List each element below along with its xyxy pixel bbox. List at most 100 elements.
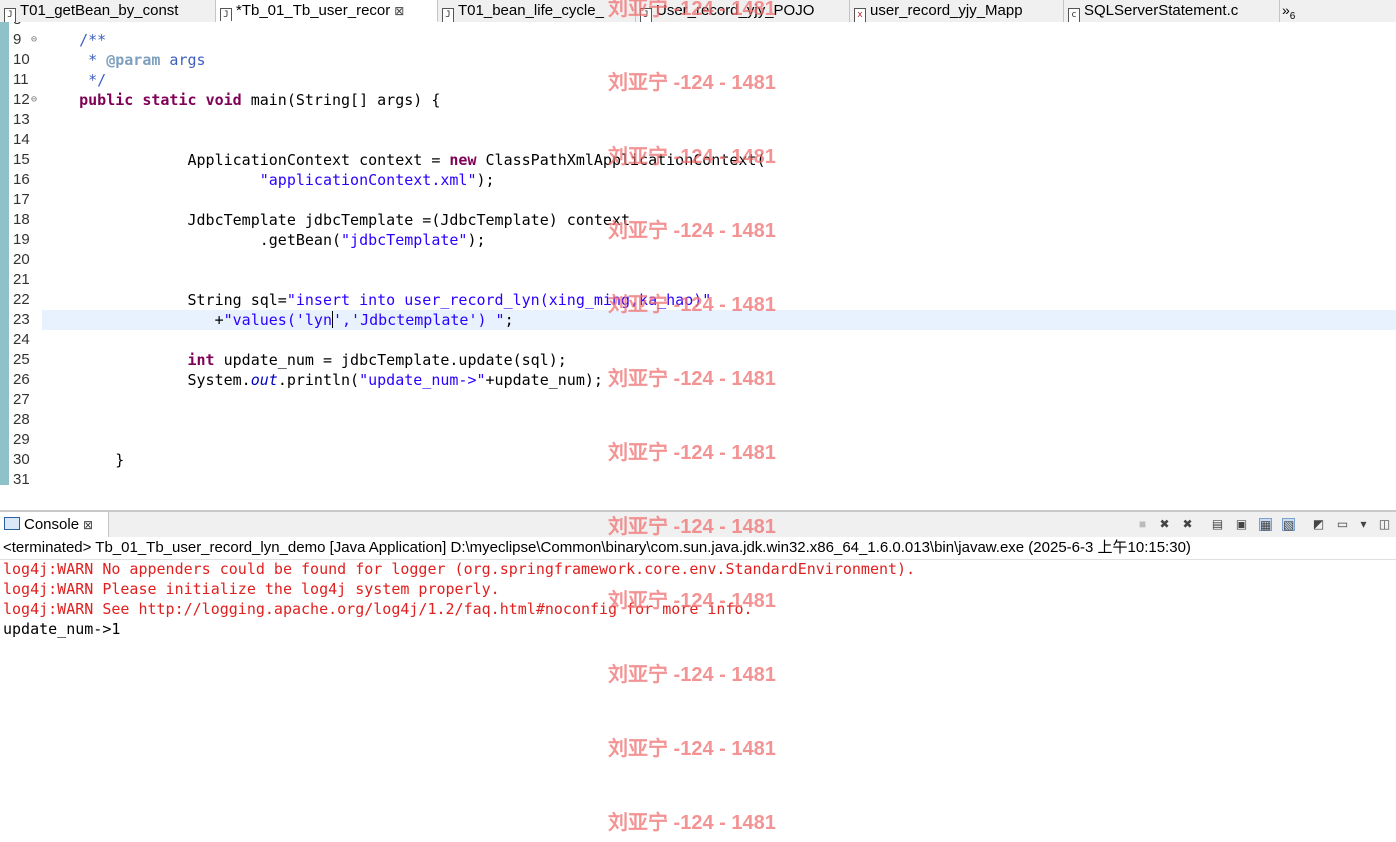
code-line[interactable]: 26 System.out.println("update_num->"+upd…	[0, 370, 1396, 390]
code-text: int update_num = jdbcTemplate.update(sql…	[187, 351, 567, 369]
code-line[interactable]: 16 "applicationContext.xml");	[0, 170, 1396, 190]
code-text: +"values('lyn','Jdbctemplate') ";	[43, 311, 514, 329]
code-text: System.out.println("update_num->"+update…	[43, 371, 603, 389]
line-number: 17	[13, 191, 30, 208]
console-tab-label: Console	[24, 516, 80, 533]
close-icon[interactable]: ⊠	[394, 4, 404, 18]
console-output-line: update_num->1	[3, 620, 121, 638]
line-number: 18	[13, 211, 30, 228]
overflow-chevron-icon: »	[1282, 2, 1290, 18]
fold-toggle-icon[interactable]: ⊖	[31, 90, 37, 110]
menu-dropdown-icon[interactable]: ▾	[1357, 518, 1370, 531]
code-line[interactable]: 15 ApplicationContext context = new Clas…	[0, 150, 1396, 170]
line-number: 9	[13, 31, 22, 48]
terminate-icon[interactable]: ■	[1136, 518, 1149, 531]
xml-file-icon: x	[854, 8, 866, 22]
code-line[interactable]: 14	[0, 130, 1396, 150]
code-line[interactable]: 27	[0, 390, 1396, 410]
line-number: 13	[13, 111, 30, 128]
code-editor[interactable]: 89⊖ /**10 * @param args11 */12⊖ public s…	[0, 22, 1396, 485]
editor-tab[interactable]: x user_record_yjy_Mapp	[850, 0, 1064, 22]
display-console-icon[interactable]: ▭	[1336, 518, 1349, 531]
editor-tab-label: User_record_yjy_POJO	[656, 2, 815, 19]
code-line[interactable]: 12 ⊖ public static void main(String[] arg…	[0, 90, 1396, 110]
editor-tab[interactable]: J User_record_yjy_POJO	[636, 0, 850, 22]
show-on-stderr-icon[interactable]: ▧	[1282, 518, 1295, 532]
editor-tab-bar: J T01_getBean_by_const J *Tb_01_Tb_user_rec…	[0, 0, 1396, 23]
line-number: 19	[13, 231, 30, 248]
code-text: */	[88, 71, 107, 89]
editor-tab-label: T01_bean_life_cycle_	[458, 2, 604, 19]
editor-tab[interactable]: J T01_getBean_by_const	[0, 0, 216, 22]
code-line[interactable]: 17	[0, 190, 1396, 210]
editor-tab-label: SQLServerStatement.c	[1084, 2, 1239, 19]
remove-launch-icon[interactable]: ✖	[1158, 518, 1171, 531]
code-line[interactable]: 10 * @param args	[0, 50, 1396, 70]
code-line[interactable]: 23 +"values('lyn','Jdbctemplate') ";	[13, 310, 1396, 330]
console-view-bar: Console ⊠ ■ ✖ ✖ ▤ ▣ ▦ ▧ ◩ ▭ ▾ ◫	[0, 510, 1396, 537]
editor-tab-label: T01_getBean_by_const	[20, 2, 179, 19]
console-icon	[4, 517, 20, 530]
scroll-left-icon[interactable]: <	[46, 483, 54, 485]
code-text: * @param args	[88, 51, 206, 69]
close-icon[interactable]: ⊠	[83, 518, 93, 532]
code-line[interactable]: 31	[0, 470, 1396, 485]
line-number: 11	[13, 71, 29, 88]
scroll-lock-icon[interactable]: ▣	[1235, 518, 1248, 531]
code-line[interactable]: 13	[0, 110, 1396, 130]
remove-all-terminated-icon[interactable]: ✖	[1181, 518, 1194, 531]
clear-console-icon[interactable]: ▤	[1211, 518, 1224, 531]
console-output-line: log4j:WARN No appenders could be found f…	[3, 560, 916, 578]
code-line[interactable]: 9 ⊖ /**	[0, 30, 1396, 50]
line-number: 26	[13, 371, 30, 388]
console-output-line: log4j:WARN Please initialize the log4j s…	[3, 580, 500, 598]
code-text: /**	[79, 31, 107, 49]
overflow-count: 6	[1289, 10, 1296, 22]
line-number: 22	[13, 291, 30, 308]
line-number: 14	[13, 131, 30, 148]
line-number: 16	[13, 171, 30, 188]
code-line[interactable]: 30 }	[0, 450, 1396, 470]
console-output[interactable]: log4j:WARN No appenders could be found f…	[0, 559, 1396, 842]
code-line[interactable]: 21	[0, 270, 1396, 290]
code-line[interactable]: 25 int update_num = jdbcTemplate.update(…	[0, 350, 1396, 370]
line-number: 12	[13, 91, 30, 108]
editor-tab[interactable]: J *Tb_01_Tb_user_recor ⊠	[216, 0, 438, 22]
code-text: }	[43, 451, 125, 469]
line-number: 15	[13, 151, 30, 168]
code-line[interactable]: 20	[0, 250, 1396, 270]
line-number: 28	[13, 411, 30, 428]
pin-console-icon[interactable]: ◩	[1312, 518, 1325, 531]
tab-overflow-button[interactable]: »6	[1282, 0, 1295, 22]
code-line[interactable]: 28	[0, 410, 1396, 430]
code-text: JdbcTemplate jdbcTemplate =(JdbcTemplate…	[43, 211, 630, 229]
tab-console[interactable]: Console ⊠	[0, 512, 109, 537]
editor-tab-label: user_record_yjy_Mapp	[870, 2, 1023, 19]
fold-toggle-icon[interactable]: ⊖	[31, 30, 37, 50]
code-text: public static void main(String[] args) {	[79, 91, 441, 109]
code-line[interactable]: 24	[0, 330, 1396, 350]
open-console-icon[interactable]: ◫	[1378, 518, 1391, 531]
code-line[interactable]: 8	[0, 22, 1396, 30]
line-number: 30	[13, 451, 30, 468]
java-file-icon: J	[4, 8, 16, 22]
code-line[interactable]: 29	[0, 430, 1396, 450]
line-number: 25	[13, 351, 30, 368]
line-number: 20	[13, 251, 30, 268]
code-line[interactable]: 22 String sql="insert into user_record_l…	[0, 290, 1396, 310]
line-number: 31	[13, 471, 30, 485]
code-line[interactable]: 11 */	[0, 70, 1396, 90]
line-number: 8	[13, 22, 33, 30]
code-line[interactable]: 18 JdbcTemplate jdbcTemplate =(JdbcTempl…	[0, 210, 1396, 230]
java-file-icon: J	[442, 8, 454, 22]
line-number: 24	[13, 331, 30, 348]
show-on-stdout-icon[interactable]: ▦	[1259, 518, 1272, 532]
class-file-icon: c	[1068, 8, 1080, 22]
editor-tab[interactable]: J T01_bean_life_cycle_	[438, 0, 636, 22]
editor-tab[interactable]: c SQLServerStatement.c	[1064, 0, 1280, 22]
line-number: 29	[13, 431, 30, 448]
java-file-icon: J	[640, 8, 652, 22]
code-line[interactable]: 19 .getBean("jdbcTemplate");	[0, 230, 1396, 250]
console-output-line: log4j:WARN See http://logging.apache.org…	[3, 600, 753, 618]
code-text: "applicationContext.xml");	[259, 171, 495, 189]
